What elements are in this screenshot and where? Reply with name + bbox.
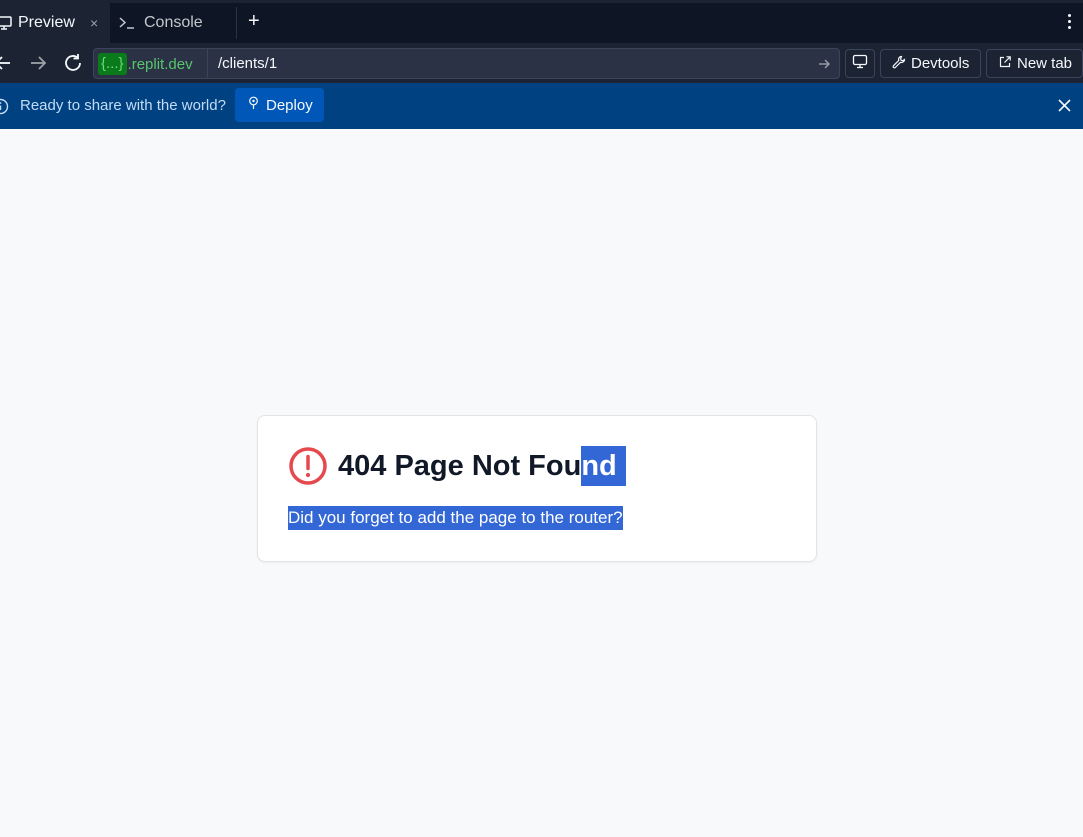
banner-message: Ready to share with the world? — [20, 97, 226, 114]
info-icon — [0, 98, 9, 120]
go-arrow-icon[interactable] — [817, 57, 831, 76]
card-header: 404 Page Not Found — [288, 445, 626, 486]
title-text: 404 Page Not Fou — [338, 449, 582, 482]
devtools-button[interactable]: Devtools — [880, 49, 981, 78]
error-description: Did you forget to add the page to the ro… — [288, 506, 623, 530]
preview-viewport: 404 Page Not Found Did you forget to add… — [0, 129, 1083, 837]
page-title: 404 Page Not Found — [338, 445, 626, 486]
domain-badge: {...} — [98, 53, 127, 75]
external-link-icon — [998, 55, 1012, 73]
add-tab-button[interactable]: + — [248, 10, 260, 33]
tab-bar: Preview × Console + — [0, 0, 1083, 43]
deploy-icon — [247, 96, 260, 114]
url-divider — [207, 49, 208, 78]
tab-preview-label: Preview — [18, 14, 75, 31]
not-found-card: 404 Page Not Found Did you forget to add… — [257, 415, 817, 562]
close-icon[interactable] — [1057, 98, 1072, 118]
tab-console-label: Console — [144, 14, 203, 31]
url-path: /clients/1 — [218, 55, 278, 72]
terminal-icon — [118, 15, 136, 36]
tab-divider — [236, 7, 237, 39]
monitor-icon — [0, 16, 12, 36]
reload-icon[interactable] — [62, 52, 84, 74]
new-tab-button[interactable]: New tab — [986, 49, 1083, 78]
devtools-label: Devtools — [911, 55, 970, 72]
deploy-label: Deploy — [266, 96, 313, 114]
tab-console[interactable]: Console — [110, 3, 237, 43]
alert-circle-icon — [288, 446, 328, 486]
more-menu-icon[interactable] — [1062, 14, 1076, 34]
deploy-banner: Ready to share with the world? Deploy — [0, 83, 1083, 129]
url-domain: {...} .replit.dev — [98, 53, 193, 75]
monitor-icon — [852, 54, 868, 73]
back-arrow-icon[interactable] — [0, 52, 14, 74]
screen-size-button[interactable] — [845, 49, 875, 78]
new-tab-label: New tab — [1017, 55, 1073, 72]
url-bar: {...} .replit.dev /clients/1 Devtools Ne… — [0, 43, 1083, 83]
title-selected-text: nd — [581, 445, 626, 486]
domain-host: .replit.dev — [127, 55, 193, 73]
tab-preview[interactable]: Preview × — [0, 3, 110, 43]
forward-arrow-icon[interactable] — [27, 52, 49, 74]
deploy-button[interactable]: Deploy — [235, 88, 324, 122]
wrench-icon — [892, 55, 906, 73]
close-tab-icon[interactable]: × — [90, 15, 98, 31]
url-input[interactable]: {...} .replit.dev /clients/1 — [93, 48, 840, 79]
